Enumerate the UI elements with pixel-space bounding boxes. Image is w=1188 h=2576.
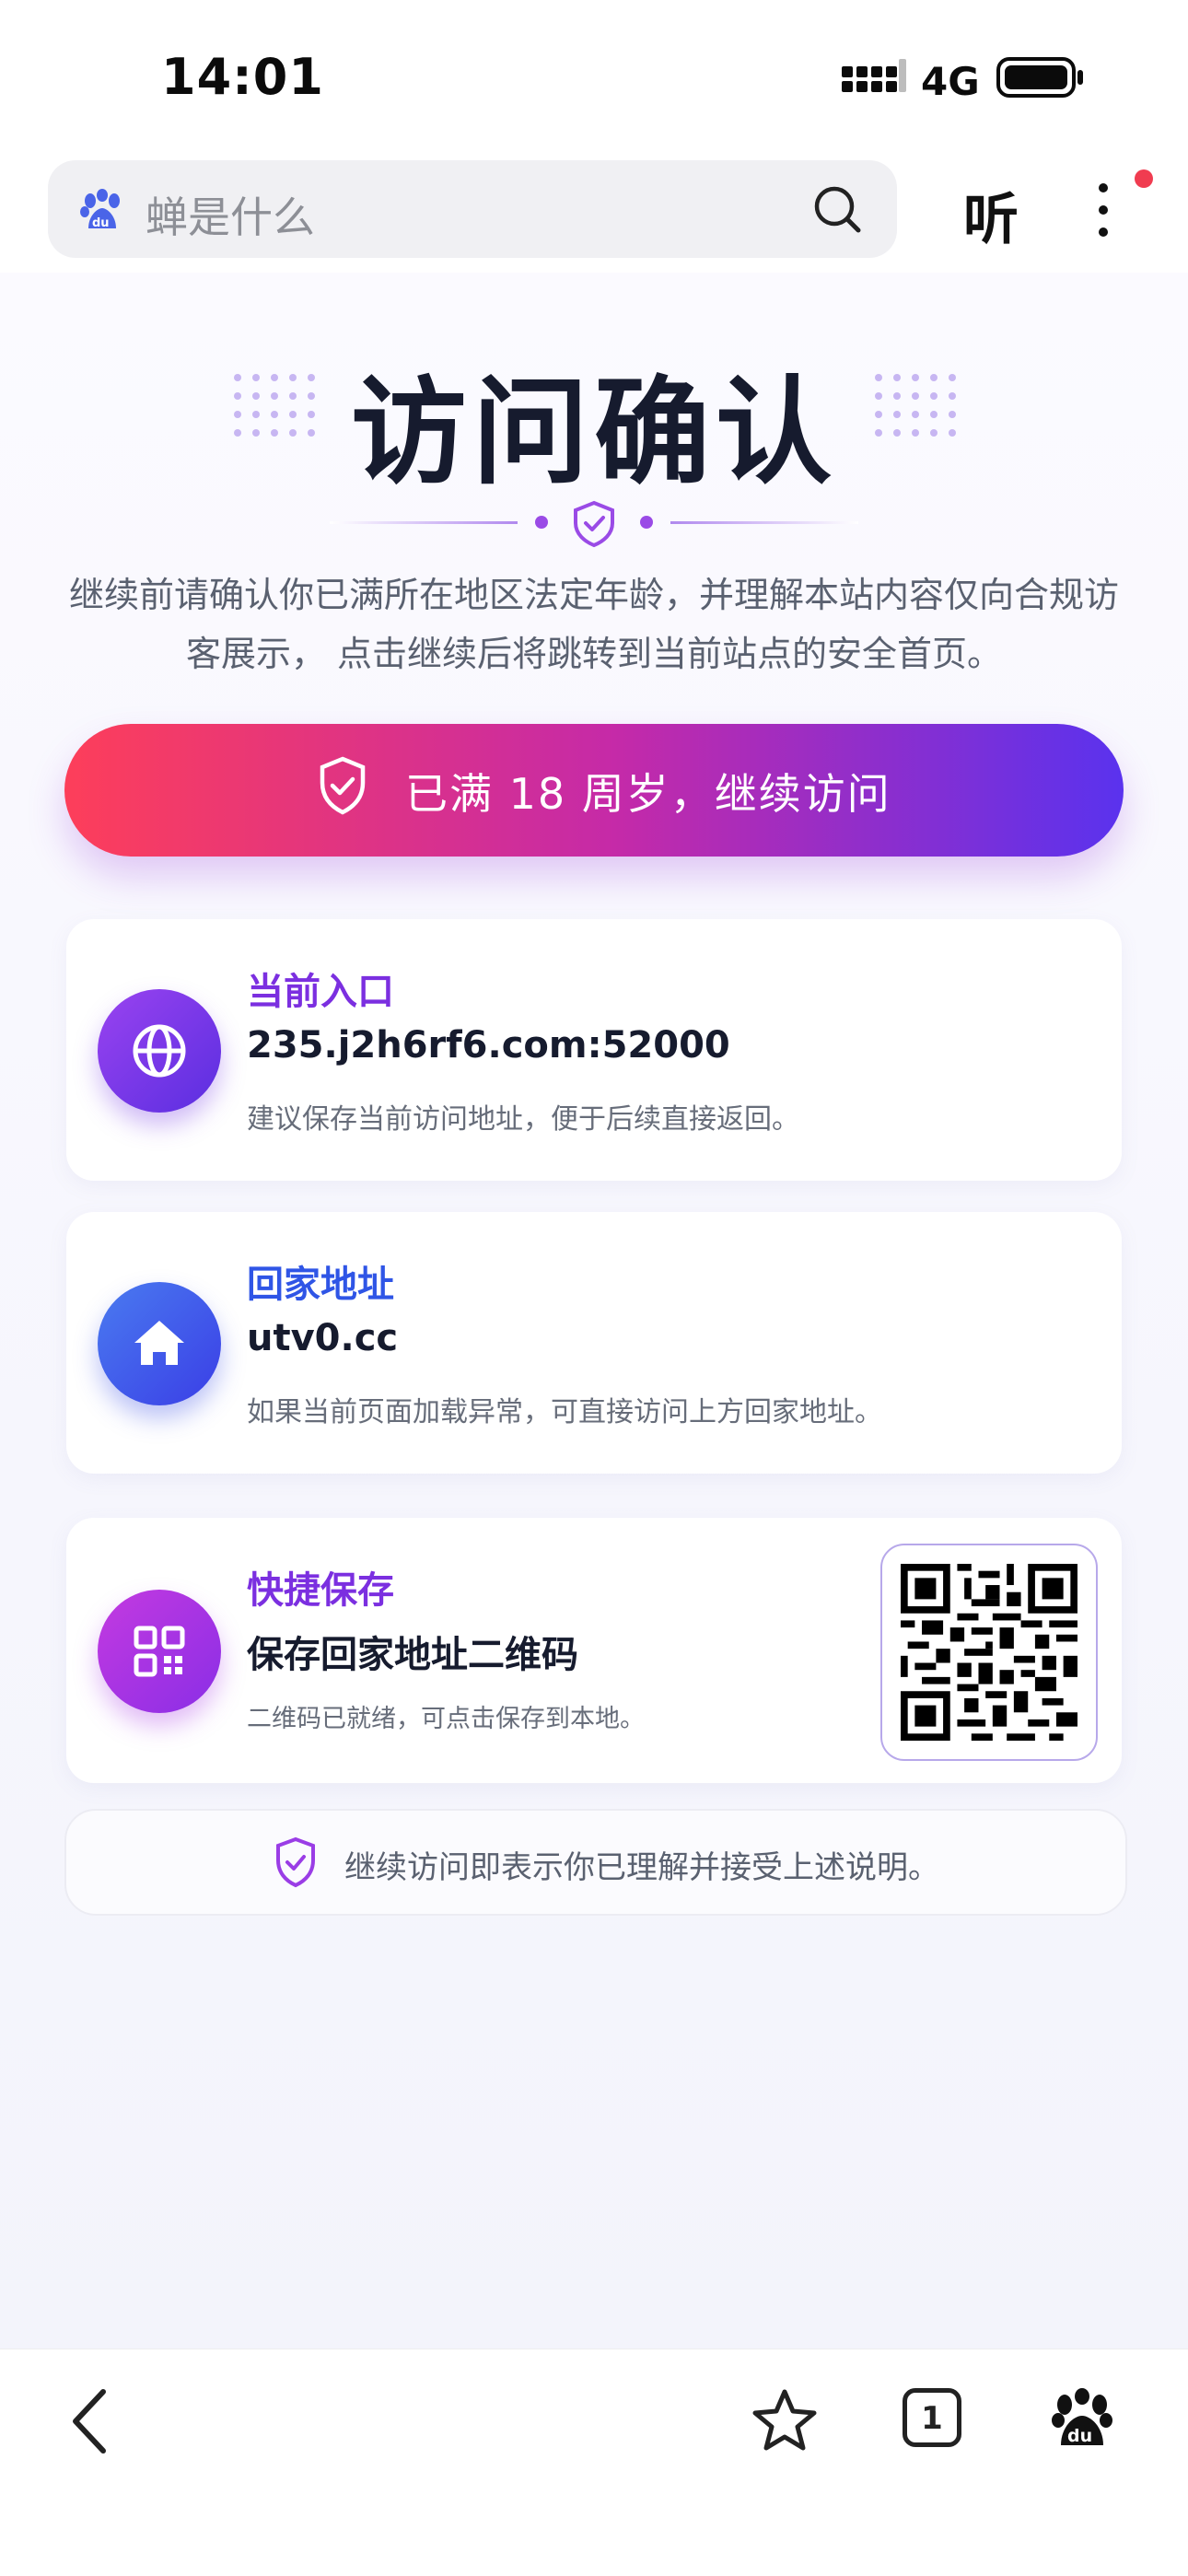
continue-button-label: 已满 18 周岁，继续访问	[405, 769, 891, 819]
page-title: 访问确认	[351, 365, 837, 500]
shield-check-icon	[317, 755, 368, 820]
quick-save-card[interactable]: 快捷保存 保存回家地址二维码 二维码已就绪，可点击保存到本地。	[66, 1518, 1122, 1783]
consent-note: 继续访问即表示你已理解并接受上述说明。	[64, 1809, 1127, 1916]
search-placeholder: 蝉是什么	[146, 192, 315, 242]
save-qr-label: 保存回家地址二维码	[247, 1634, 578, 1676]
home-icon	[98, 1282, 221, 1405]
consent-note-text: 继续访问即表示你已理解并接受上述说明。	[344, 1849, 939, 1886]
search-icon[interactable]	[812, 184, 864, 239]
shield-check-icon	[274, 1836, 317, 1892]
notification-dot	[1135, 169, 1153, 188]
signal-icon	[842, 59, 906, 103]
globe-icon	[98, 989, 221, 1113]
home-address-card: 回家地址 utv0.cc 如果当前页面加载异常，可直接访问上方回家地址。	[66, 1212, 1122, 1474]
svg-text:du: du	[1067, 2426, 1092, 2446]
favorite-star-icon[interactable]	[750, 2386, 820, 2460]
back-arrow-icon[interactable]	[66, 2384, 112, 2462]
home-address-value[interactable]: utv0.cc	[247, 1317, 398, 1359]
current-entry-card: 当前入口 235.j2h6rf6.com:52000 建议保存当前访问地址，便于…	[66, 919, 1122, 1181]
page-description: 继续前请确认你已满所在地区法定年龄，并理解本站内容仅向合规访客展示， 点击继续后…	[68, 575, 1119, 674]
network-type: 4G	[921, 59, 980, 104]
title-divider	[330, 495, 858, 554]
battery-icon	[996, 55, 1085, 103]
tab-count: 1	[921, 2400, 943, 2437]
card-note: 建议保存当前访问地址，便于后续直接返回。	[247, 1103, 799, 1136]
card-title: 快捷保存	[247, 1569, 394, 1612]
listen-button[interactable]: 听	[963, 175, 1019, 255]
card-title: 回家地址	[247, 1264, 394, 1306]
card-note: 如果当前页面加载异常，可直接访问上方回家地址。	[247, 1396, 882, 1428]
tabs-button[interactable]: 1	[903, 2388, 961, 2447]
continue-button[interactable]: 已满 18 周岁，继续访问	[64, 724, 1124, 857]
status-time: 14:01	[161, 48, 324, 106]
baidu-paw-icon: du	[79, 188, 125, 238]
qr-grid-icon	[98, 1590, 221, 1713]
svg-text:du: du	[92, 216, 110, 230]
card-title: 当前入口	[247, 971, 394, 1013]
more-menu-icon[interactable]	[1092, 181, 1114, 243]
card-note: 二维码已就绪，可点击保存到本地。	[247, 1705, 645, 1733]
qr-code-image	[901, 1564, 1077, 1741]
current-entry-address[interactable]: 235.j2h6rf6.com:52000	[247, 1024, 730, 1067]
search-bar[interactable]: du 蝉是什么	[48, 160, 897, 258]
qr-code-box[interactable]	[880, 1544, 1098, 1761]
baidu-home-icon[interactable]: du	[1050, 2386, 1114, 2454]
browser-bottom-bar: 1 du	[0, 2349, 1188, 2576]
